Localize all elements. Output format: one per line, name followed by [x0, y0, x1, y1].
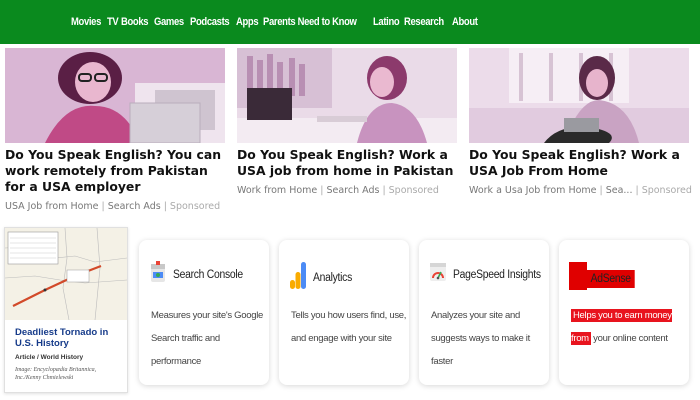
nav-movies[interactable]: Movies	[71, 16, 101, 28]
ad-title[interactable]: Do You Speak English? Work a USA Job Fro…	[469, 147, 689, 179]
top-nav: Movies TV Books Games Podcasts Apps Pare…	[0, 0, 700, 44]
tool-description: Tells you how users find, use, and engag…	[291, 310, 407, 344]
sponsored-label: Sponsored	[641, 185, 692, 196]
nav-about[interactable]: About	[452, 16, 478, 28]
nav-apps[interactable]: Apps	[236, 16, 259, 28]
tool-name[interactable]: AdSense	[587, 269, 635, 288]
analytics-icon	[289, 260, 307, 295]
tool-description: Analyzes your site and suggests ways to …	[431, 310, 530, 367]
nav-books[interactable]: Books	[121, 16, 149, 28]
pagespeed-icon	[429, 260, 447, 289]
tool-card-pagespeed-insights[interactable]: PageSpeed Insights Analyzes your site an…	[419, 240, 549, 385]
tool-card-adsense[interactable]: AdSense Helps you to earn money from you…	[559, 240, 689, 385]
sponsored-ad-2[interactable]: Do You Speak English? Work a USA job fro…	[237, 48, 457, 196]
tool-card-header: Search Console	[149, 260, 251, 289]
ad-meta: USA Job from Home | Search Ads | Sponsored	[5, 201, 221, 212]
ad-meta: Work a Usa Job from Home | Sea... | Sponsore…	[469, 185, 692, 196]
ad-image-woman-phone-desk[interactable]	[237, 48, 457, 143]
ad-cta[interactable]: Sea...	[606, 185, 633, 196]
ad-cta[interactable]: Search Ads	[326, 185, 379, 196]
tool-card-search-console[interactable]: Search Console Measures your site's Goog…	[139, 240, 269, 385]
ad-image-woman-laptop-bed[interactable]	[469, 48, 689, 143]
tool-description-rest: your online content	[593, 333, 668, 344]
ad-meta: Work from Home | Search Ads | Sponsored	[237, 185, 439, 196]
article-card-tornado[interactable]: Deadliest Tornado in U.S. History Articl…	[4, 227, 128, 393]
article-category: Article / World History	[15, 354, 84, 361]
nav-parents-need-to-know[interactable]: Parents Need to Know	[263, 16, 357, 28]
tool-card-analytics[interactable]: Analytics Tells you how users find, use,…	[279, 240, 409, 385]
ad-cta[interactable]: Search Ads	[108, 201, 161, 212]
tornado-map-image	[5, 228, 127, 320]
tool-description: Measures your site's Google Search traff…	[151, 310, 263, 367]
article-title[interactable]: Deadliest Tornado in U.S. History	[15, 327, 120, 349]
tool-card-header: Analytics	[289, 260, 356, 295]
nav-research[interactable]: Research	[404, 16, 444, 28]
ad-source[interactable]: USA Job from Home	[5, 201, 99, 212]
ad-title[interactable]: Do You Speak English? You can work remot…	[5, 147, 225, 195]
sponsored-ad-1[interactable]: Do You Speak English? You can work remot…	[5, 48, 225, 212]
ad-image-woman-glasses[interactable]	[5, 48, 225, 143]
tool-name[interactable]: PageSpeed Insights	[453, 269, 541, 281]
sponsored-label: Sponsored	[169, 201, 221, 212]
ad-source[interactable]: Work from Home	[237, 185, 317, 196]
nav-tv[interactable]: TV	[107, 16, 119, 28]
ad-source[interactable]: Work a Usa Job from Home	[469, 185, 597, 196]
sponsored-ad-3[interactable]: Do You Speak English? Work a USA Job Fro…	[469, 48, 692, 196]
tool-card-header: PageSpeed Insights	[429, 260, 551, 289]
nav-games[interactable]: Games	[154, 16, 184, 28]
tool-description: Helps you to earn money from your online…	[571, 304, 689, 350]
sponsored-label: Sponsored	[388, 185, 439, 196]
tool-card-header: AdSense	[569, 262, 640, 295]
nav-podcasts[interactable]: Podcasts	[190, 16, 230, 28]
search-console-icon	[149, 260, 167, 289]
tool-name[interactable]: Search Console	[173, 269, 243, 281]
adsense-icon	[569, 262, 587, 295]
nav-latino[interactable]: Latino	[373, 16, 400, 28]
ad-title[interactable]: Do You Speak English? Work a USA job fro…	[237, 147, 457, 179]
image-credit: Image: Encyclopædia Britannica, Inc./Ken…	[15, 367, 97, 381]
tool-name[interactable]: Analytics	[313, 272, 352, 284]
